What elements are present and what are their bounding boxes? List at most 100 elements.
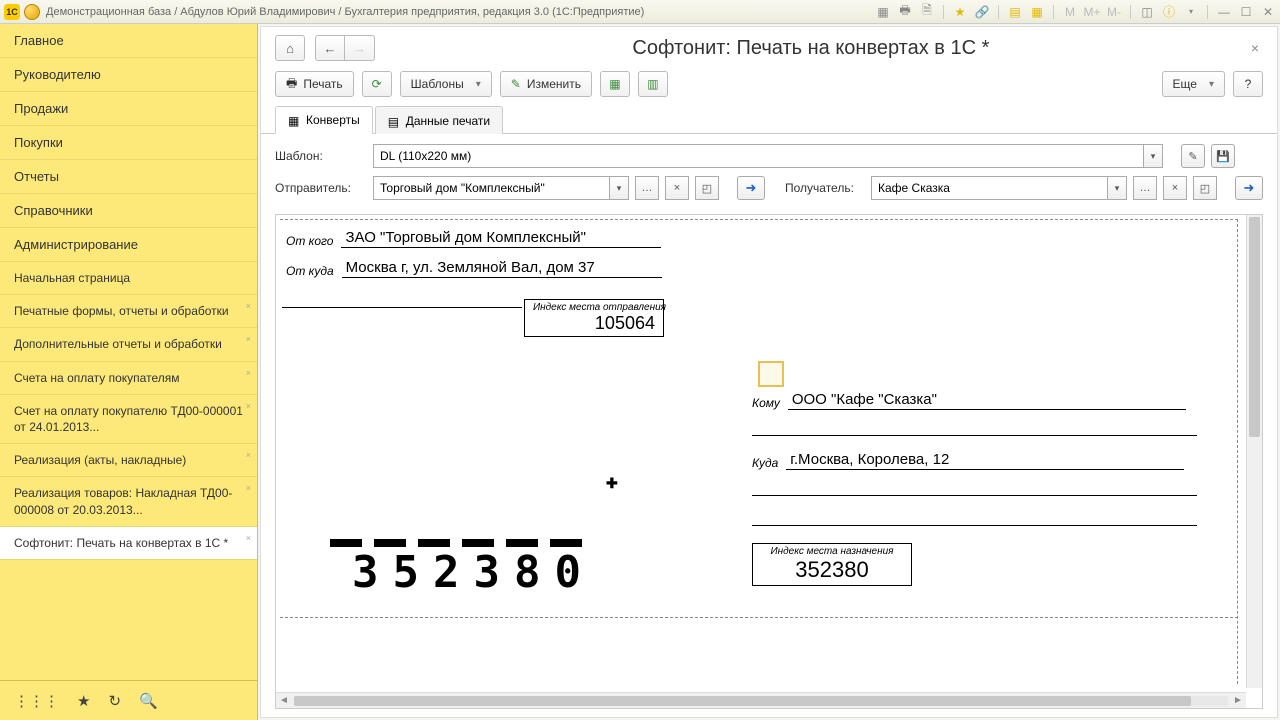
- tool1-button[interactable]: ▦: [600, 71, 630, 97]
- table-icon: ▦: [609, 77, 620, 91]
- recipient-label: Получатель:: [785, 181, 865, 195]
- sidebar-item-sales[interactable]: Продажи: [0, 92, 257, 126]
- template-dropdown[interactable]: ▾: [1143, 144, 1163, 168]
- history-icon[interactable]: ↻: [108, 692, 121, 710]
- tab-printdata[interactable]: ▤Данные печати: [375, 106, 503, 134]
- sidebar-item-realization1[interactable]: Реализация товаров: Накладная ТД00-00000…: [0, 477, 257, 526]
- swap-left-button[interactable]: ➜: [1235, 176, 1263, 200]
- template-edit-button[interactable]: ✎: [1181, 144, 1205, 168]
- info-drop-icon[interactable]: ▾: [1183, 4, 1199, 20]
- refresh-button[interactable]: ⟳: [362, 71, 392, 97]
- link-icon[interactable]: 🔗: [974, 4, 990, 20]
- sidebar-item-manager[interactable]: Руководителю: [0, 58, 257, 92]
- favorite-icon[interactable]: ★: [77, 692, 90, 710]
- horizontal-scrollbar[interactable]: ◄ ►: [276, 692, 1246, 708]
- template-save-button[interactable]: 💾: [1211, 144, 1235, 168]
- minimize-icon[interactable]: —: [1216, 4, 1232, 20]
- sender-open-button[interactable]: ◰: [695, 176, 719, 200]
- template-input[interactable]: [373, 144, 1143, 168]
- tool2-button[interactable]: ▥: [638, 71, 668, 97]
- close-window-icon[interactable]: ✕: [1260, 4, 1276, 20]
- sender-index-box: Индекс места отправления 105064: [524, 299, 664, 337]
- tab-envelopes[interactable]: ▦Конверты: [275, 106, 373, 134]
- recipient-dropdown[interactable]: ▾: [1107, 176, 1127, 200]
- table2-icon: ▥: [647, 77, 658, 91]
- close-page-icon[interactable]: ×: [1247, 40, 1263, 56]
- titlebar: 1C Демонстрационная база / Абдулов Юрий …: [0, 0, 1280, 24]
- sidebar-item-label: Реализация (акты, накладные): [14, 453, 186, 467]
- mplus-icon[interactable]: M+: [1084, 4, 1100, 20]
- content-area: ⌂ ← → Софтонит: Печать на конвертах в 1С…: [260, 26, 1278, 718]
- recipient-dots-button[interactable]: …: [1133, 176, 1157, 200]
- star-icon[interactable]: ★: [952, 4, 968, 20]
- dropdown-orb-icon[interactable]: [24, 4, 40, 20]
- recipient-clear-button[interactable]: ×: [1163, 176, 1187, 200]
- sidebar-item-realization[interactable]: Реализация (акты, накладные) ×: [0, 444, 257, 477]
- scroll-left-icon[interactable]: ◄: [276, 695, 292, 706]
- sidebar-item-invoice1[interactable]: Счет на оплату покупателю ТД00-000001 от…: [0, 395, 257, 444]
- toaddr-label: Куда: [752, 456, 778, 470]
- recipient-open-button[interactable]: ◰: [1193, 176, 1217, 200]
- edit-button[interactable]: ✎Изменить: [500, 71, 592, 97]
- sidebar-item-main[interactable]: Главное: [0, 24, 257, 58]
- sender-dropdown[interactable]: ▾: [609, 176, 629, 200]
- home-button[interactable]: ⌂: [275, 35, 305, 61]
- from-label: От кого: [286, 234, 333, 248]
- back-button[interactable]: ←: [315, 35, 345, 61]
- m-icon[interactable]: M: [1062, 4, 1078, 20]
- calendar-icon[interactable]: ▦: [1029, 4, 1045, 20]
- sidebar-item-reports[interactable]: Отчеты: [0, 160, 257, 194]
- search-icon[interactable]: 🔍: [139, 692, 158, 710]
- sidebar-item-startpage[interactable]: Начальная страница: [0, 262, 257, 295]
- print-icon[interactable]: 🖶: [897, 4, 913, 20]
- sender-index-value: 105064: [533, 313, 655, 334]
- tb-icon-1[interactable]: ▦: [875, 4, 891, 20]
- sender-label: Отправитель:: [275, 181, 367, 195]
- hscroll-thumb[interactable]: [294, 696, 1191, 706]
- sidebar-item-label: Печатные формы, отчеты и обработки: [14, 304, 229, 318]
- print-button[interactable]: 🖶Печать: [275, 71, 354, 97]
- printer-icon: 🖶: [286, 74, 297, 95]
- scrollbar-thumb[interactable]: [1249, 217, 1260, 437]
- close-icon[interactable]: ×: [246, 400, 251, 412]
- sidebar-item-softtonit[interactable]: Софтонит: Печать на конвертах в 1С * ×: [0, 527, 257, 560]
- sidebar-item-catalogs[interactable]: Справочники: [0, 194, 257, 228]
- sidebar-item-admin[interactable]: Администрирование: [0, 228, 257, 262]
- more-button[interactable]: Еще: [1162, 71, 1225, 97]
- close-icon[interactable]: ×: [246, 367, 251, 379]
- calc-icon[interactable]: ▤: [1007, 4, 1023, 20]
- sidebar-item-addreports[interactable]: Дополнительные отчеты и обработки ×: [0, 328, 257, 361]
- envelope-preview: От кого ЗАО "Торговый дом Комплексный" О…: [275, 214, 1263, 709]
- recipient-line2: [752, 435, 1197, 436]
- swap-right-button[interactable]: ➜: [737, 176, 765, 200]
- close-icon[interactable]: ×: [246, 333, 251, 345]
- recipient-input[interactable]: [871, 176, 1107, 200]
- apps-icon[interactable]: ⋮⋮⋮: [14, 692, 59, 710]
- panel-icon[interactable]: ◫: [1139, 4, 1155, 20]
- info-icon[interactable]: ⓘ: [1161, 4, 1177, 20]
- mminus-icon[interactable]: M-: [1106, 4, 1122, 20]
- forward-button[interactable]: →: [345, 35, 375, 61]
- sender-dots-button[interactable]: …: [635, 176, 659, 200]
- help-button[interactable]: ?: [1233, 71, 1263, 97]
- sidebar-item-label: Софтонит: Печать на конвертах в 1С *: [14, 536, 228, 550]
- close-icon[interactable]: ×: [246, 532, 251, 544]
- sidebar-item-printforms[interactable]: Печатные формы, отчеты и обработки ×: [0, 295, 257, 328]
- sidebar-item-invoices[interactable]: Счета на оплату покупателям×: [0, 362, 257, 395]
- maximize-icon[interactable]: ☐: [1238, 4, 1254, 20]
- doc-icon[interactable]: 🗎: [919, 4, 935, 20]
- vertical-scrollbar[interactable]: [1246, 215, 1262, 688]
- scroll-right-icon[interactable]: ►: [1230, 695, 1246, 706]
- close-icon[interactable]: ×: [246, 449, 251, 461]
- grid-icon: ▦: [288, 114, 300, 126]
- envelope-border-right: [1237, 219, 1238, 684]
- sender-clear-button[interactable]: ×: [665, 176, 689, 200]
- sidebar-item-purchases[interactable]: Покупки: [0, 126, 257, 160]
- close-icon[interactable]: ×: [246, 482, 251, 494]
- templates-button[interactable]: Шаблоны: [400, 71, 492, 97]
- refresh-icon: ⟳: [372, 77, 382, 91]
- sender-input[interactable]: [373, 176, 609, 200]
- close-icon[interactable]: ×: [246, 300, 251, 312]
- dest-index-box: Индекс места назначения 352380: [752, 543, 912, 586]
- sidebar-item-label: Дополнительные отчеты и обработки: [14, 337, 222, 351]
